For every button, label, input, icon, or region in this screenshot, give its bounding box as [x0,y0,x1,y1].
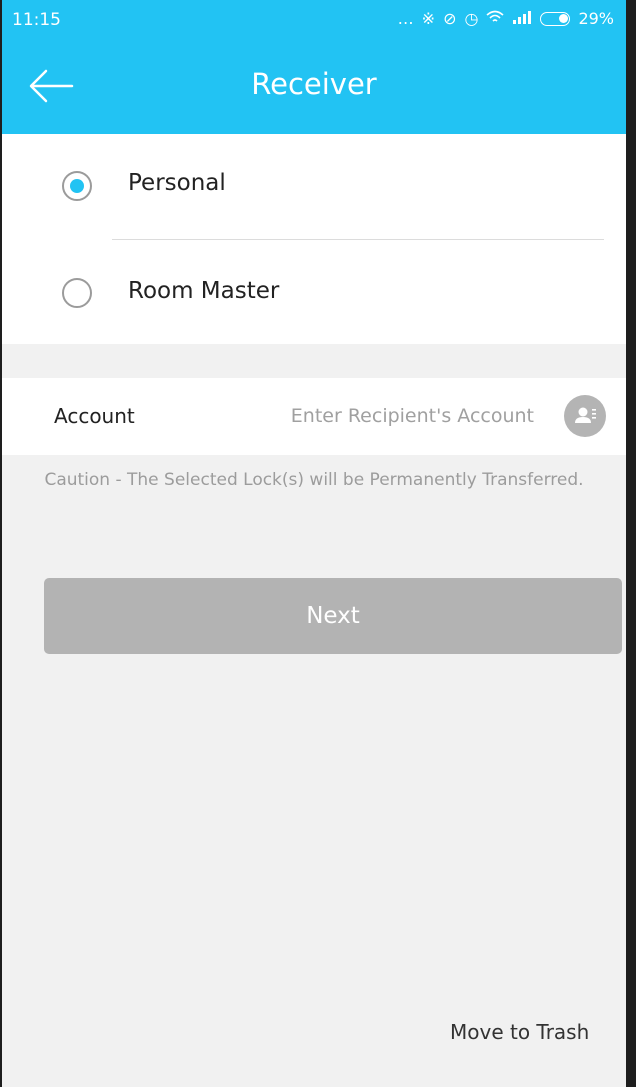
account-row: Account [2,378,626,455]
back-button[interactable] [22,58,78,114]
contact-book-icon [575,407,596,423]
more-dots-icon: … [397,9,414,28]
signal-icon [512,9,532,28]
battery-icon [540,11,571,26]
option-room-master-label: Room Master [128,278,280,304]
app-bar: Receiver [2,38,626,134]
status-icons: … ※ ⊘ ◷ 29% [398,9,614,28]
caution-text: Caution - The Selected Lock(s) will be P… [44,470,584,490]
alarm-icon: ◷ [464,9,479,28]
bluetooth-icon: ※ [421,9,436,28]
receiver-options: Personal Room Master [2,134,626,344]
account-label: Account [54,404,135,428]
option-personal[interactable]: Personal [2,134,626,239]
account-input[interactable] [252,396,534,436]
battery-percent: 29% [578,9,614,28]
radio-personal[interactable] [62,171,92,201]
option-personal-label: Personal [128,170,226,196]
arrow-left-icon [29,69,74,103]
next-button[interactable]: Next [44,578,622,654]
contact-picker-button[interactable] [564,395,606,437]
mute-icon: ⊘ [443,9,457,28]
app-screen: 11:15 … ※ ⊘ ◷ 29% Receiver Personal Room… [0,0,636,1087]
status-time: 11:15 [12,10,61,30]
wifi-icon [486,9,504,28]
page-title: Receiver [251,67,377,101]
option-room-master[interactable]: Room Master [2,240,626,345]
move-to-trash-button[interactable]: Move to Trash [450,1020,589,1044]
radio-room-master[interactable] [62,278,92,308]
status-bar: 11:15 … ※ ⊘ ◷ 29% [2,0,626,38]
